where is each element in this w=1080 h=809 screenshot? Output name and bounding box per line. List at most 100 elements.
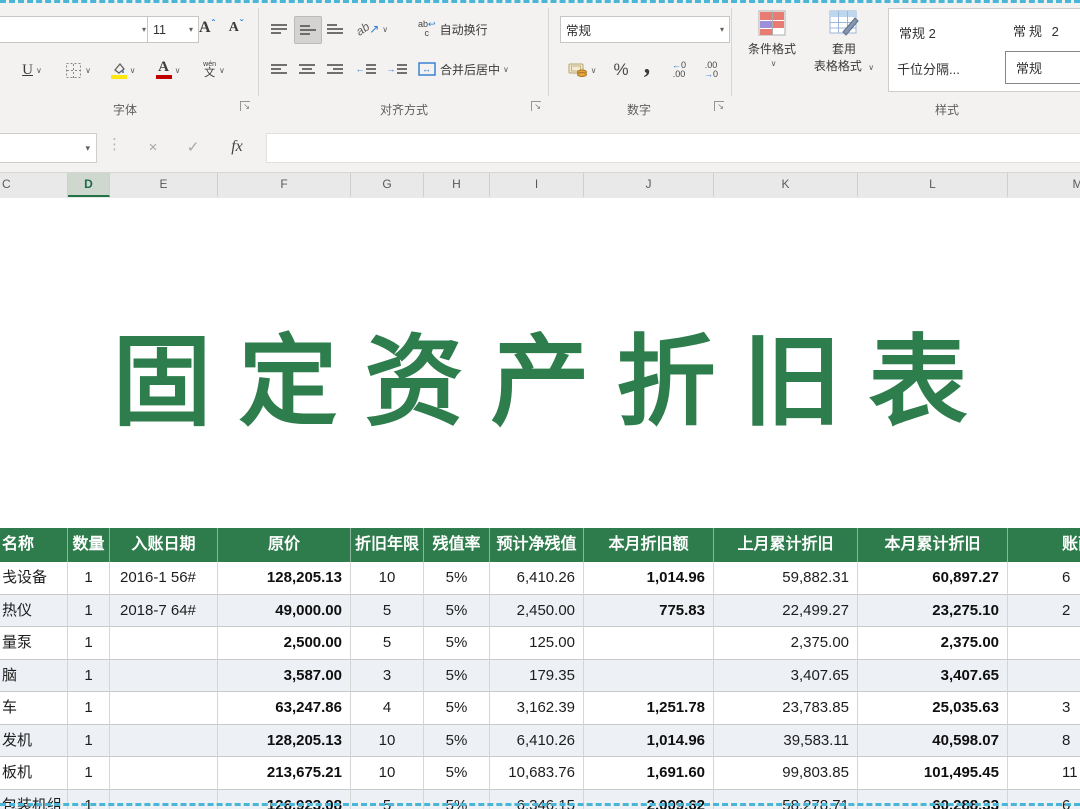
cell[interactable]: 60,288.33 — [858, 790, 1008, 809]
cell[interactable]: 63,247.86 — [218, 692, 351, 725]
cell[interactable]: 126,923.08 — [218, 790, 351, 809]
table-header-cell[interactable]: 残值率 — [424, 528, 490, 562]
column-header-D[interactable]: D — [68, 173, 110, 197]
cell[interactable]: 6,410.26 — [490, 725, 584, 758]
number-format-combo[interactable]: 常规 ▾ — [560, 16, 730, 43]
cell[interactable]: 99,803.85 — [714, 757, 858, 790]
column-header-M[interactable]: M — [1008, 173, 1080, 197]
cell[interactable]: 1,691.60 — [584, 757, 714, 790]
cell-style-item[interactable]: 常规 2 — [1013, 21, 1062, 40]
table-header-cell[interactable]: 折旧年限 — [351, 528, 424, 562]
cell[interactable]: 39,583.11 — [714, 725, 858, 758]
cell[interactable] — [110, 757, 218, 790]
table-header-cell[interactable]: 本月累计折旧 — [858, 528, 1008, 562]
cancel-button[interactable]: × — [138, 133, 168, 161]
cell[interactable] — [584, 627, 714, 660]
cell[interactable]: 1 — [68, 562, 110, 595]
cell[interactable]: 11 — [1008, 757, 1080, 790]
percent-style-button[interactable]: % — [608, 55, 634, 85]
cell[interactable]: 10 — [351, 757, 424, 790]
cell[interactable]: 1 — [68, 660, 110, 693]
cell[interactable]: 1 — [68, 790, 110, 809]
font-name-combo[interactable]: ▾ — [0, 16, 152, 43]
cell[interactable] — [110, 627, 218, 660]
accounting-format-button[interactable]: ∨ — [560, 55, 604, 85]
cell[interactable]: 179.35 — [490, 660, 584, 693]
cell[interactable]: 2,375.00 — [858, 627, 1008, 660]
column-header-F[interactable]: F — [218, 173, 351, 197]
table-header-cell[interactable]: 账面 — [1008, 528, 1080, 562]
cell[interactable]: 5% — [424, 692, 490, 725]
cell[interactable]: 23,783.85 — [714, 692, 858, 725]
cell[interactable]: 5% — [424, 790, 490, 809]
cell[interactable]: 2,009.62 — [584, 790, 714, 809]
insert-function-button[interactable]: fx — [222, 133, 252, 161]
cell[interactable]: 5% — [424, 757, 490, 790]
formula-input[interactable] — [266, 133, 1080, 163]
align-left-button[interactable] — [266, 56, 292, 82]
cell[interactable]: 5 — [351, 790, 424, 809]
underline-button[interactable]: U ∨ — [14, 55, 50, 85]
cell[interactable]: 1 — [68, 627, 110, 660]
comma-style-button[interactable]: , — [636, 48, 658, 82]
cell[interactable]: 戋设备 — [0, 562, 68, 595]
phonetic-guide-button[interactable]: wén 文 ∨ — [193, 55, 235, 85]
cell[interactable]: 量泵 — [0, 627, 68, 660]
table-header-cell[interactable]: 原价 — [218, 528, 351, 562]
orientation-button[interactable]: ab ↗ ∨ — [352, 16, 392, 42]
cell[interactable]: 5 — [351, 595, 424, 628]
cell[interactable]: 3 — [1008, 692, 1080, 725]
align-top-button[interactable] — [266, 16, 292, 42]
cell[interactable]: 10,683.76 — [490, 757, 584, 790]
cell[interactable]: 59,882.31 — [714, 562, 858, 595]
cell[interactable]: 2,375.00 — [714, 627, 858, 660]
increase-indent-button[interactable]: → — [383, 56, 411, 82]
table-header-cell[interactable]: 入账日期 — [110, 528, 218, 562]
column-header-G[interactable]: G — [351, 173, 424, 197]
cell[interactable]: 包装机组 — [0, 790, 68, 809]
cell[interactable]: 3 — [351, 660, 424, 693]
cell[interactable]: 2016-1 56# — [110, 562, 218, 595]
cell[interactable]: 60,897.27 — [858, 562, 1008, 595]
cell[interactable]: 1 — [68, 595, 110, 628]
cell[interactable]: 5% — [424, 627, 490, 660]
cell-style-item[interactable]: 常规 2 — [899, 23, 936, 42]
cell[interactable]: 1 — [68, 757, 110, 790]
cell[interactable]: 3,407.65 — [714, 660, 858, 693]
cell[interactable]: 1,014.96 — [584, 725, 714, 758]
cell[interactable]: 213,675.21 — [218, 757, 351, 790]
cell[interactable]: 3,162.39 — [490, 692, 584, 725]
font-dialog-launcher[interactable]: ↘ — [240, 101, 250, 111]
cell[interactable]: 1 — [68, 692, 110, 725]
cell[interactable]: 1,251.78 — [584, 692, 714, 725]
column-header-J[interactable]: J — [584, 173, 714, 197]
column-header-E[interactable]: E — [110, 173, 218, 197]
cell[interactable] — [110, 790, 218, 809]
column-header-I[interactable]: I — [490, 173, 584, 197]
cell[interactable]: 5% — [424, 660, 490, 693]
column-header-K[interactable]: K — [714, 173, 858, 197]
cell[interactable]: 58,278.71 — [714, 790, 858, 809]
cell[interactable]: 25,035.63 — [858, 692, 1008, 725]
cell[interactable]: 5% — [424, 595, 490, 628]
cell[interactable]: 40,598.07 — [858, 725, 1008, 758]
cell[interactable]: 板机 — [0, 757, 68, 790]
align-right-button[interactable] — [322, 56, 348, 82]
font-color-button[interactable]: A ∨ — [148, 55, 188, 85]
cell[interactable]: 5 — [351, 627, 424, 660]
cell[interactable] — [1008, 627, 1080, 660]
cell[interactable]: 脑 — [0, 660, 68, 693]
cell[interactable]: 1 — [68, 725, 110, 758]
table-header-cell[interactable]: 预计净残值 — [490, 528, 584, 562]
cell[interactable]: 10 — [351, 725, 424, 758]
table-header-cell[interactable]: 本月折旧额 — [584, 528, 714, 562]
cell[interactable]: 3,587.00 — [218, 660, 351, 693]
cell[interactable] — [110, 725, 218, 758]
sheet-grid[interactable]: 固定资产折旧表 名称数量入账日期原价折旧年限残值率预计净残值本月折旧额上月累计折… — [0, 198, 1080, 809]
cell[interactable] — [110, 660, 218, 693]
table-header-cell[interactable]: 数量 — [68, 528, 110, 562]
cell[interactable]: 2,450.00 — [490, 595, 584, 628]
cell[interactable]: 49,000.00 — [218, 595, 351, 628]
cell[interactable]: 6 — [1008, 562, 1080, 595]
cell[interactable]: 热仪 — [0, 595, 68, 628]
